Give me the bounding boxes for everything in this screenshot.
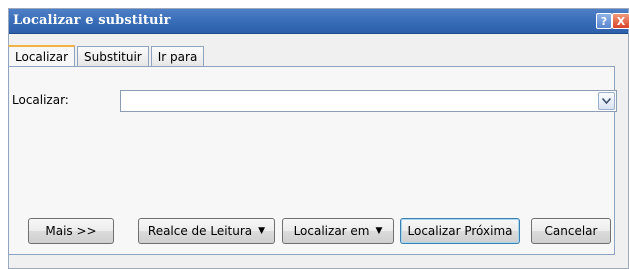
tab-label: Ir para <box>157 49 198 64</box>
tab-label: Localizar <box>15 50 69 64</box>
find-next-label: Localizar Próxima <box>407 224 513 238</box>
tab-localizar[interactable]: Localizar <box>8 45 76 67</box>
find-combobox[interactable] <box>120 90 617 112</box>
reading-highlight-label: Realce de Leitura <box>147 224 253 238</box>
more-button-label: Mais >> <box>45 224 97 238</box>
more-button[interactable]: Mais >> <box>28 218 114 244</box>
find-label: Localizar: <box>12 93 69 107</box>
cancel-label: Cancelar <box>544 224 598 238</box>
find-in-button[interactable]: Localizar em ▼ <box>282 218 394 244</box>
find-in-label: Localizar em <box>293 224 370 238</box>
help-icon[interactable]: ? <box>596 13 612 29</box>
find-input[interactable] <box>121 91 597 111</box>
window-title: Localizar e substituir <box>13 13 171 28</box>
caret-down-icon: ▼ <box>375 226 383 236</box>
caret-down-icon: ▼ <box>258 226 266 236</box>
find-next-button[interactable]: Localizar Próxima <box>400 218 520 244</box>
tab-ir-para[interactable]: Ir para <box>150 46 205 66</box>
close-icon[interactable]: X <box>612 13 629 29</box>
cancel-button[interactable]: Cancelar <box>531 218 611 244</box>
tab-substituir[interactable]: Substituir <box>77 46 149 66</box>
reading-highlight-button[interactable]: Realce de Leitura ▼ <box>138 218 275 244</box>
tab-strip: Localizar Substituir Ir para <box>8 44 206 67</box>
title-bar[interactable]: Localizar e substituir ? X <box>9 9 629 34</box>
chevron-down-icon[interactable] <box>598 92 615 110</box>
tab-label: Substituir <box>84 49 142 64</box>
